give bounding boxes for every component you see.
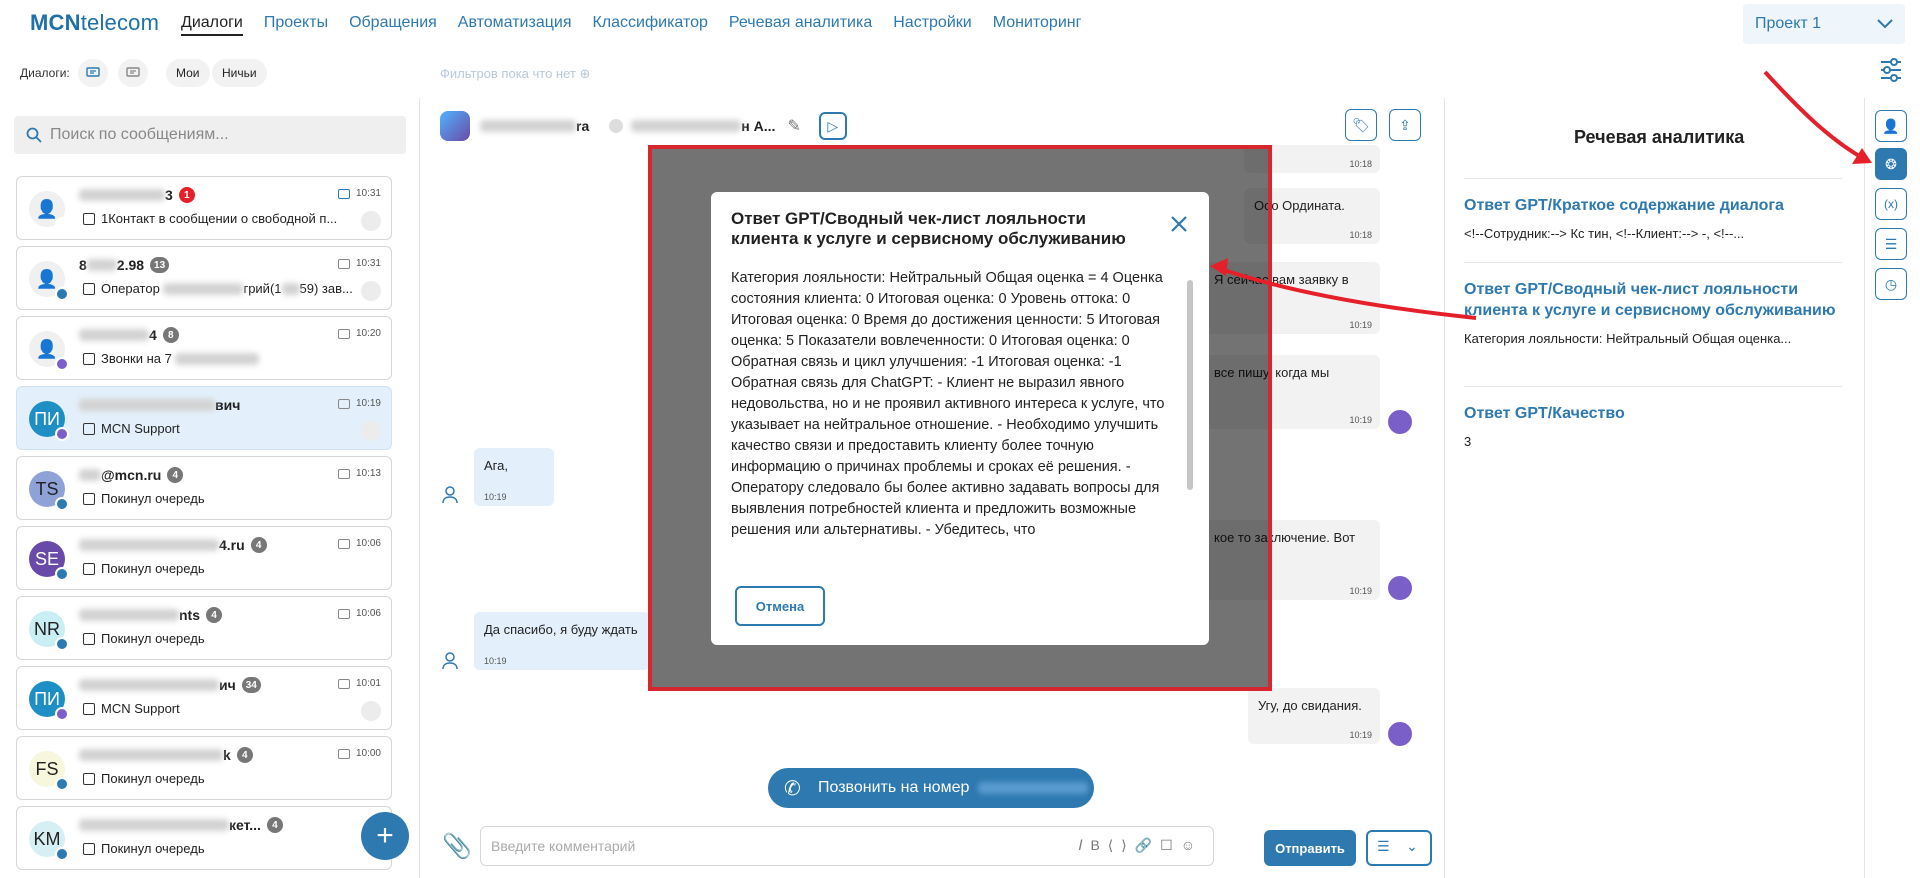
annotation-arrows xyxy=(1210,70,1872,320)
